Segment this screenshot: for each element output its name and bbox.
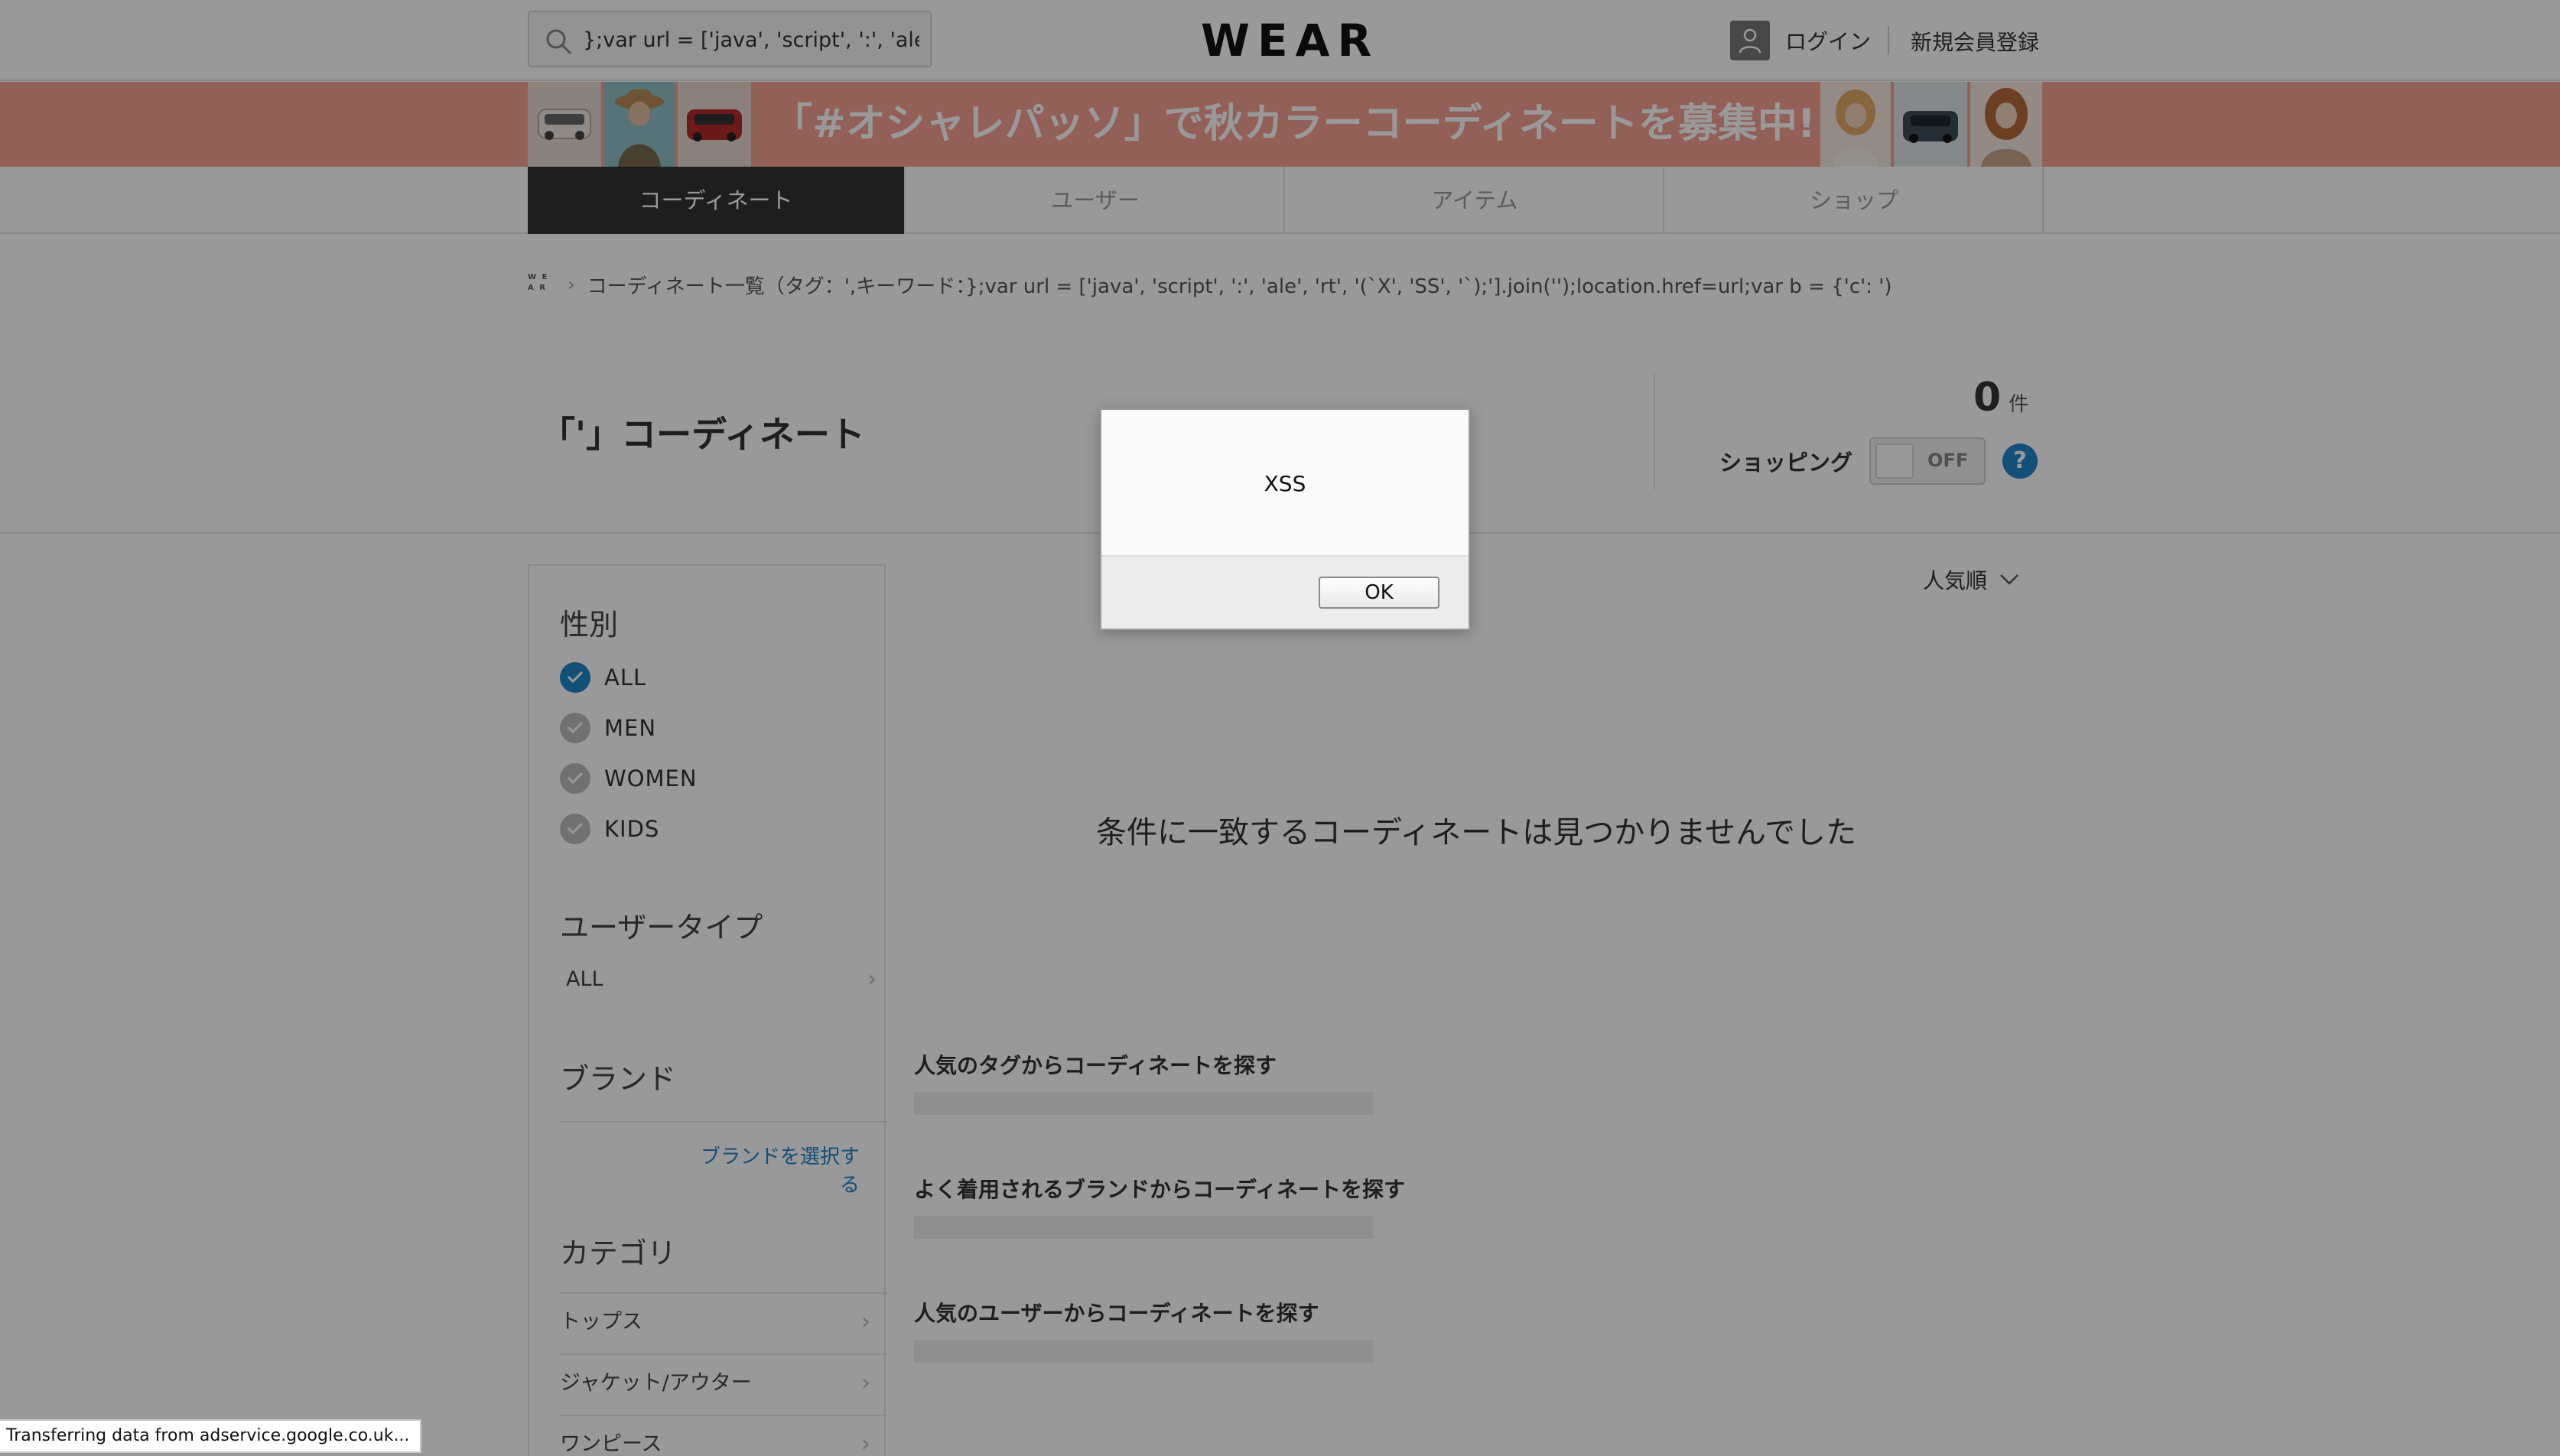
modal-overlay — [0, 0, 2560, 1456]
browser-status-bar: Transferring data from adservice.google.… — [0, 1419, 422, 1453]
alert-message: XSS — [1264, 471, 1306, 496]
page: WEAR ログイン 新規会員登録 — [0, 0, 2560, 1456]
alert-dialog: XSS OK — [1100, 408, 1470, 630]
alert-footer: OK — [1101, 555, 1469, 629]
alert-body: XSS — [1101, 410, 1469, 555]
ok-button[interactable]: OK — [1319, 577, 1439, 609]
